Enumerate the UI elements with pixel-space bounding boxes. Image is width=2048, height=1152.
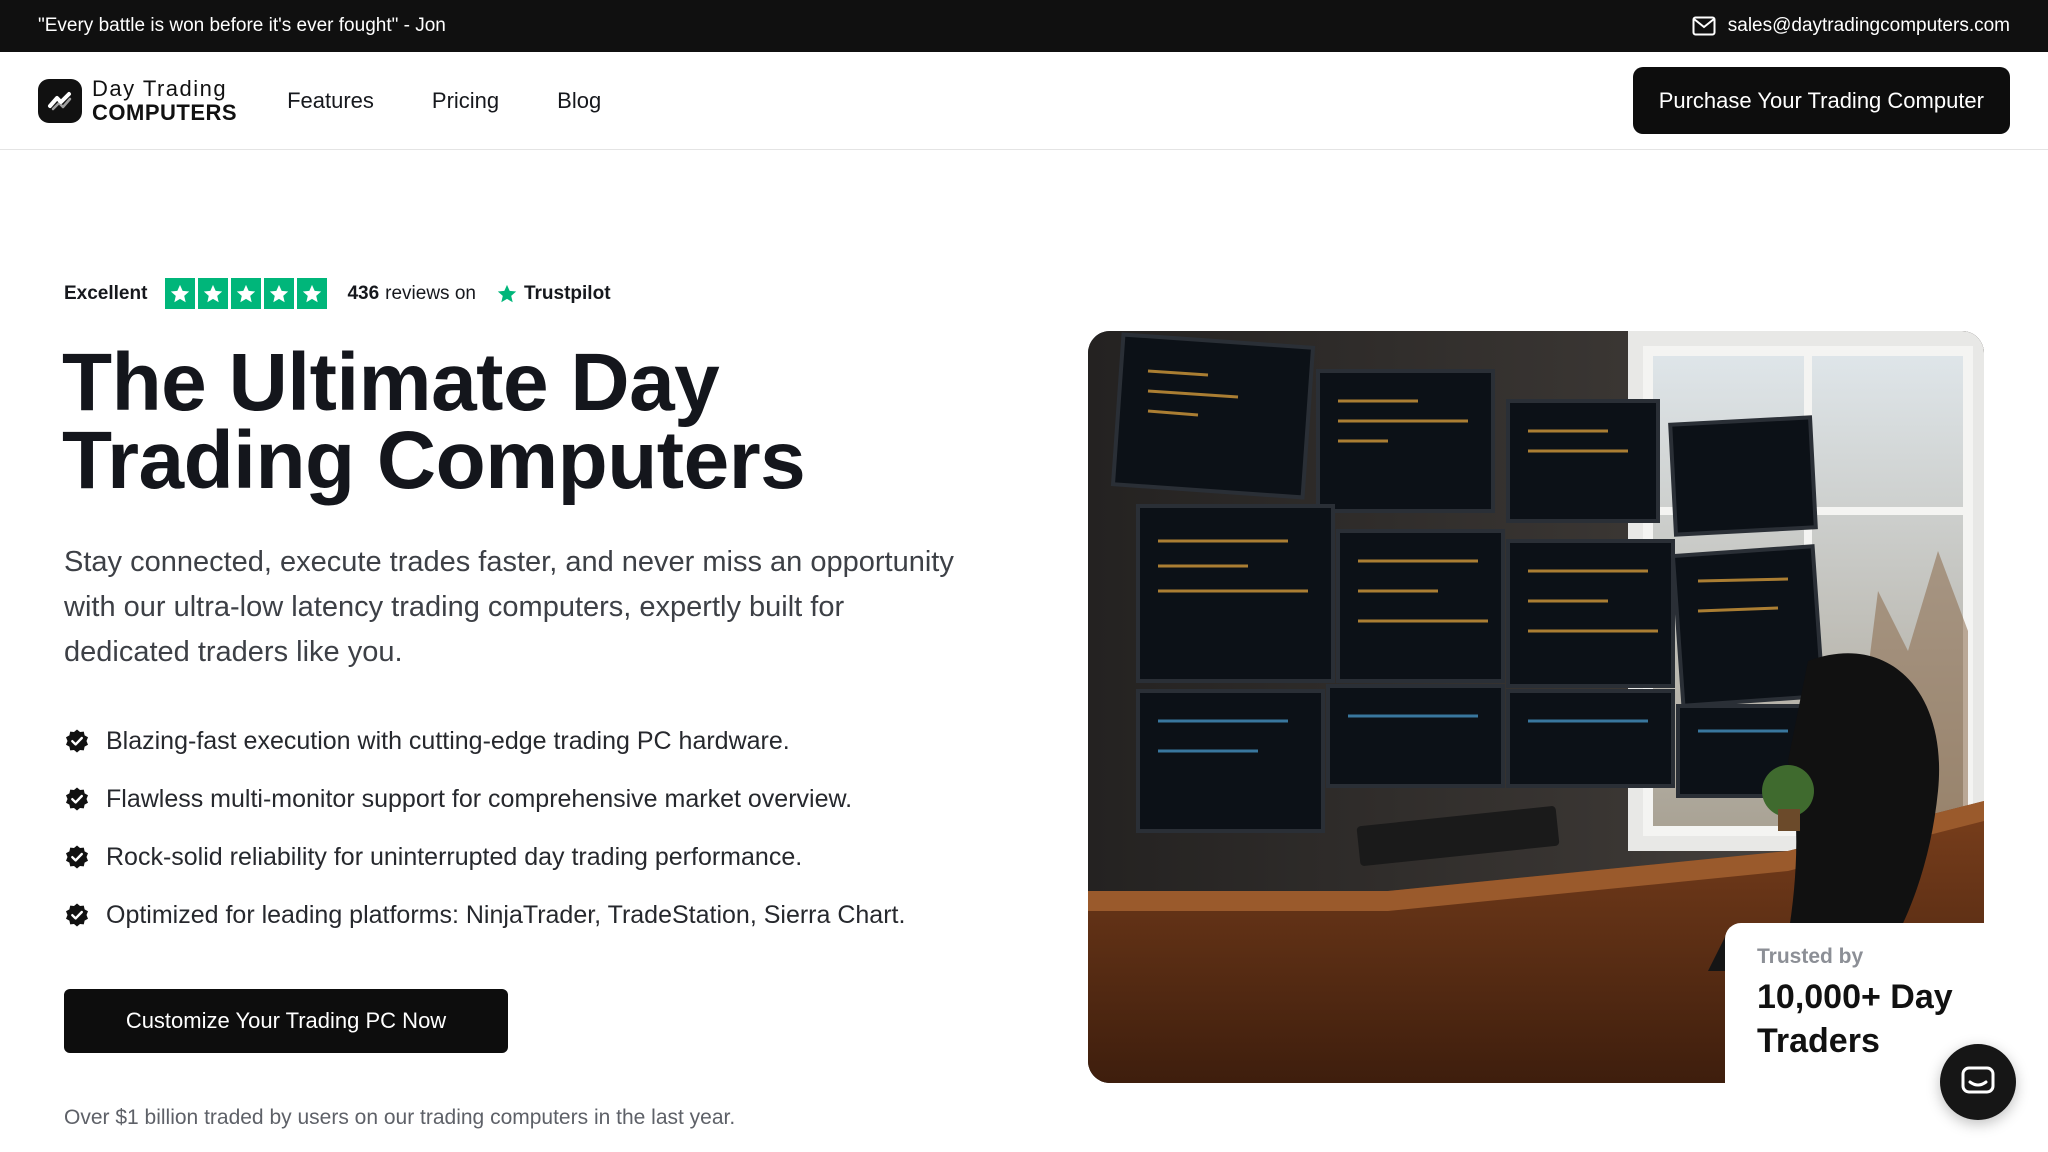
announcement-quote: "Every battle is won before it's ever fo… — [38, 15, 446, 36]
hero-subtitle: Stay connected, execute trades faster, a… — [64, 546, 954, 668]
feature-item: Blazing-fast execution with cutting-edge… — [64, 712, 905, 770]
site-logo[interactable]: Day Trading COMPUTERS — [38, 75, 238, 125]
feature-item: Flawless multi-monitor support for compr… — [64, 770, 905, 828]
check-badge-icon — [66, 903, 88, 927]
star-icon — [165, 278, 196, 309]
star-icon — [198, 278, 229, 309]
star-icon — [297, 278, 328, 309]
rating-label: Excellent — [64, 282, 148, 304]
trust-label: Trusted by — [1757, 945, 1864, 968]
check-badge-icon — [66, 787, 88, 811]
star-icon — [264, 278, 295, 309]
nav-link-pricing[interactable]: Pricing — [432, 88, 499, 114]
logo-mark-icon — [38, 78, 82, 123]
customize-pc-button[interactable]: Customize Your Trading PC Now — [64, 989, 508, 1053]
hero-title-line2: Trading Computers — [62, 415, 806, 506]
feature-text: Optimized for leading platforms: NinjaTr… — [106, 900, 906, 929]
purchase-button[interactable]: Purchase Your Trading Computer — [1632, 67, 2010, 134]
rating-stars — [165, 278, 328, 309]
reviews-count: 436 — [347, 282, 380, 304]
sales-email-link[interactable]: sales@daytradingcomputers.com — [1692, 15, 2010, 37]
feature-item: Optimized for leading platforms: NinjaTr… — [64, 886, 905, 944]
trustpilot-star-icon — [497, 284, 517, 302]
mail-icon — [1692, 16, 1716, 36]
check-badge-icon — [66, 729, 88, 753]
nav-link-blog[interactable]: Blog — [557, 88, 601, 114]
hero-title: The Ultimate Day Trading Computers — [62, 342, 962, 502]
logo-line2: COMPUTERS — [92, 99, 238, 125]
announcement-bar: "Every battle is won before it's ever fo… — [0, 0, 2048, 52]
trust-card: Trusted by 10,000+ Day Traders — [1725, 923, 1984, 1083]
feature-text: Flawless multi-monitor support for compr… — [106, 784, 853, 813]
sales-email[interactable]: sales@daytradingcomputers.com — [1728, 15, 2010, 37]
logo-text: Day Trading COMPUTERS — [92, 75, 238, 125]
feature-item: Rock-solid reliability for uninterrupted… — [64, 828, 905, 886]
chat-button[interactable] — [1940, 1044, 2016, 1120]
traded-volume-note: Over $1 billion traded by users on our t… — [64, 1106, 736, 1129]
trustpilot-rating[interactable]: Excellent 436 reviews on Trustpilot — [64, 278, 611, 309]
star-icon — [231, 278, 262, 309]
reviews-suffix: reviews on — [385, 282, 476, 304]
logo-line1: Day Trading — [92, 75, 228, 101]
chat-icon — [1961, 1066, 1995, 1094]
nav-link-features[interactable]: Features — [287, 88, 374, 114]
feature-list: Blazing-fast execution with cutting-edge… — [64, 712, 905, 944]
feature-text: Blazing-fast execution with cutting-edge… — [106, 726, 790, 755]
check-badge-icon — [66, 845, 88, 869]
feature-text: Rock-solid reliability for uninterrupted… — [106, 842, 803, 871]
main-nav: Day Trading COMPUTERS Features Pricing B… — [0, 52, 2048, 150]
trust-value: 10,000+ Day Traders — [1757, 978, 1953, 1060]
nav-links: Features Pricing Blog — [287, 88, 601, 114]
trustpilot-name: Trustpilot — [523, 282, 611, 304]
